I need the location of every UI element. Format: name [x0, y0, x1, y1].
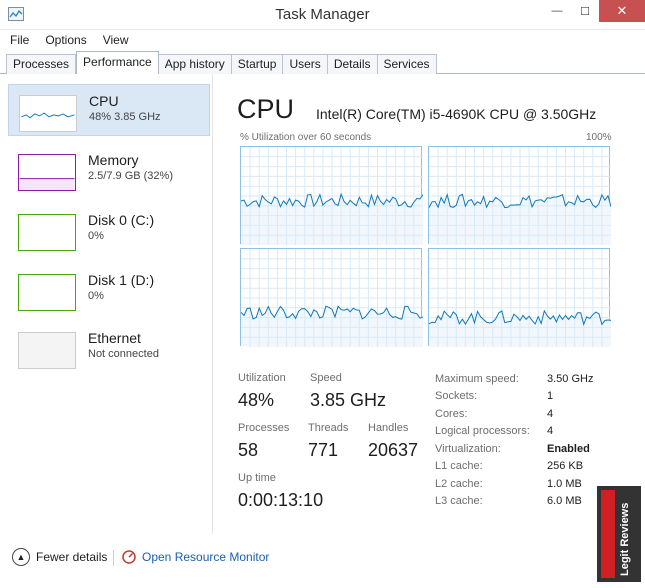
chevron-up-icon: ▲ [12, 548, 30, 566]
sidebar-item-ethernet[interactable]: Ethernet Not connected [8, 322, 210, 374]
utilization-value: 48% [238, 390, 275, 410]
sidebar-item-title: CPU [89, 93, 119, 109]
tab-services[interactable]: Services [377, 54, 437, 74]
sidebar-item-title: Ethernet [88, 330, 141, 346]
fewer-details-button[interactable]: ▲ Fewer details [12, 548, 107, 566]
core-graph-1 [428, 146, 611, 245]
processes-label: Processes [238, 422, 290, 434]
panel-divider [212, 74, 213, 534]
utilization-graph-label: % Utilization over 60 seconds [240, 132, 372, 143]
cpu-thumbnail-line [21, 112, 75, 119]
cpu-thumbnail-graph [19, 95, 77, 132]
tab-details[interactable]: Details [327, 54, 378, 74]
sidebar-item-subtitle: 48% 3.85 GHz [89, 111, 161, 123]
sidebar-item-subtitle: 0% [88, 290, 104, 302]
sidebar-item-disk-0[interactable]: Disk 0 (C:) 0% [8, 204, 210, 256]
spec-label: L1 cache: [435, 460, 483, 472]
minimize-button[interactable]: — [543, 0, 571, 22]
spec-value: 4 [547, 408, 554, 420]
spec-value: 3.50 GHz [547, 373, 594, 385]
sidebar-item-subtitle: Not connected [88, 348, 159, 360]
spec-value: 256 KB [547, 460, 584, 472]
title-bar: Task Manager — ☐ ✕ [0, 0, 645, 30]
spec-value: 1.0 MB [547, 478, 582, 490]
spec-label: L3 cache: [435, 495, 483, 507]
spec-value: 1 [547, 390, 554, 402]
spec-row: Maximum speed: 3.50 GHz [435, 373, 635, 389]
disk-1-thumbnail-graph [18, 274, 76, 311]
ethernet-thumbnail-graph [18, 332, 76, 369]
tab-startup[interactable]: Startup [231, 54, 284, 74]
spec-label: Maximum speed: [435, 373, 519, 385]
sidebar-item-title: Memory [88, 152, 139, 168]
spec-value: 6.0 MB [547, 495, 582, 507]
footer-bar: ▲ Fewer details Open Resource Monitor Le… [0, 486, 645, 588]
spec-value: 4 [547, 425, 554, 437]
resource-monitor-icon [122, 550, 136, 564]
spec-row: Logical processors: 4 [435, 425, 635, 441]
spec-value: Enabled [547, 443, 590, 455]
spec-row: Sockets: 1 [435, 390, 635, 406]
tab-app-history[interactable]: App history [158, 54, 232, 74]
menu-bar: File Options View [0, 30, 645, 50]
spec-row: Virtualization: Enabled [435, 443, 635, 459]
tab-processes[interactable]: Processes [6, 54, 77, 74]
disk-0-thumbnail-graph [18, 214, 76, 251]
handles-value: 20637 [368, 440, 419, 460]
processes-value: 58 [238, 440, 259, 460]
spec-label: L2 cache: [435, 478, 483, 490]
core-graph-0 [240, 146, 423, 245]
resource-sidebar: CPU 48% 3.85 GHz Memory 2.5/7.9 GB (32%)… [8, 84, 210, 524]
tab-users[interactable]: Users [283, 54, 328, 74]
cpu-heading: CPU [237, 94, 295, 124]
sidebar-item-subtitle: 0% [88, 230, 104, 242]
spec-label: Logical processors: [435, 425, 530, 437]
threads-label: Threads [308, 422, 349, 434]
close-button[interactable]: ✕ [599, 0, 645, 22]
spec-row: L1 cache: 256 KB [435, 460, 635, 476]
spec-label: Sockets: [435, 390, 478, 402]
tab-bar: Processes Performance App history Startu… [0, 51, 645, 74]
sidebar-item-cpu[interactable]: CPU 48% 3.85 GHz [8, 84, 210, 136]
cpu-model-name: Intel(R) Core(TM) i5-4690K CPU @ 3.50GHz [316, 106, 597, 122]
footer-separator [113, 550, 114, 566]
handles-label: Handles [368, 422, 409, 434]
fewer-details-label: Fewer details [36, 550, 108, 564]
sidebar-item-disk-1[interactable]: Disk 1 (D:) 0% [8, 264, 210, 316]
menu-file[interactable]: File [0, 30, 35, 50]
legit-reviews-logo: Legit Reviews [597, 486, 641, 582]
sidebar-item-title: Disk 1 (D:) [88, 272, 155, 288]
open-resource-monitor-link[interactable]: Open Resource Monitor [122, 548, 269, 566]
spec-label: Virtualization: [435, 443, 501, 455]
uptime-label: Up time [238, 472, 276, 484]
svg-text:Legit Reviews: Legit Reviews [619, 503, 631, 576]
sidebar-item-memory[interactable]: Memory 2.5/7.9 GB (32%) [8, 144, 210, 196]
spec-row: Cores: 4 [435, 408, 635, 424]
utilization-graph-max: 100% [586, 132, 612, 143]
sidebar-item-subtitle: 2.5/7.9 GB (32%) [88, 170, 173, 182]
maximize-button[interactable]: ☐ [571, 0, 599, 22]
speed-value: 3.85 GHz [310, 390, 387, 410]
threads-value: 771 [308, 440, 339, 460]
open-resource-monitor-label: Open Resource Monitor [142, 550, 270, 564]
tab-performance[interactable]: Performance [76, 51, 159, 74]
menu-options[interactable]: Options [35, 30, 92, 50]
menu-view[interactable]: View [93, 30, 135, 50]
uptime-value: 0:00:13:10 [238, 490, 324, 510]
core-graph-3 [428, 248, 611, 347]
performance-panel: CPU 48% 3.85 GHz Memory 2.5/7.9 GB (32%)… [0, 74, 645, 534]
core-graph-2 [240, 248, 423, 347]
sidebar-item-title: Disk 0 (C:) [88, 212, 155, 228]
speed-label: Speed [310, 372, 342, 384]
memory-thumbnail-graph [18, 154, 76, 191]
utilization-label: Utilization [238, 372, 286, 384]
spec-label: Cores: [435, 408, 468, 420]
